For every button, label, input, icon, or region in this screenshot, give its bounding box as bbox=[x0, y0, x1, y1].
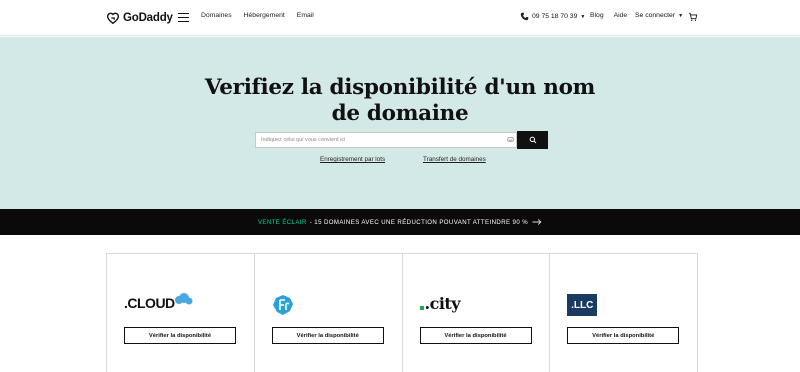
fr-map-icon bbox=[272, 295, 293, 315]
phone-number: 09 75 18 70 39 bbox=[532, 13, 578, 20]
city-dot-icon bbox=[419, 305, 424, 310]
godaddy-logo[interactable]: GoDaddy bbox=[106, 10, 173, 26]
brand-name: GoDaddy bbox=[123, 12, 173, 24]
nav-domaines[interactable]: Domaines bbox=[201, 12, 232, 19]
city-tld-text: .city bbox=[424, 293, 461, 313]
tld-card-fr: Vérifier la disponibilité bbox=[255, 254, 403, 372]
cloud-tld-text: .CLOUD bbox=[124, 295, 175, 311]
signin-button[interactable]: Se connecter ▼ bbox=[635, 12, 683, 19]
flash-sale-banner[interactable]: VENTE ÉCLAIR - 15 DOMAINES AVEC UNE RÉDU… bbox=[0, 209, 800, 235]
tld-card-city: .city Vérifier la disponibilité bbox=[403, 254, 551, 372]
check-availability-button[interactable]: Vérifier la disponibilité bbox=[567, 327, 680, 344]
chevron-down-icon: ▼ bbox=[580, 13, 586, 20]
secondary-nav: Blog Aide bbox=[590, 12, 627, 19]
fr-tld-logo bbox=[272, 290, 294, 320]
search-icon bbox=[529, 136, 536, 144]
hero-section: Verifiez la disponibilité d'un nom de do… bbox=[0, 37, 800, 209]
cloud-icon bbox=[174, 293, 193, 305]
tld-cards: .CLOUD Vérifier la disponibilité Vérifie… bbox=[106, 253, 698, 372]
flash-sale-text: - 15 DOMAINES AVEC UNE RÉDUCTION POUVANT… bbox=[309, 218, 529, 226]
godaddy-heart-icon bbox=[106, 12, 120, 25]
keyboard-icon[interactable] bbox=[507, 136, 514, 143]
cloud-tld-logo: .CLOUD bbox=[124, 288, 193, 318]
tld-card-cloud: .CLOUD Vérifier la disponibilité bbox=[107, 254, 255, 372]
page-title: Verifiez la disponibilité d'un nom de do… bbox=[204, 75, 596, 126]
phone-icon bbox=[520, 12, 529, 21]
nav-hebergement[interactable]: Hébergement bbox=[244, 12, 285, 19]
check-availability-button[interactable]: Vérifier la disponibilité bbox=[419, 327, 532, 344]
domain-search-input[interactable] bbox=[256, 137, 501, 143]
bulk-registration-link[interactable]: Enregistrement par lots bbox=[320, 156, 385, 163]
primary-nav: Domaines Hébergement Email bbox=[201, 12, 314, 19]
signin-label: Se connecter bbox=[635, 12, 676, 19]
city-tld-logo: .city bbox=[419, 288, 461, 318]
top-header: GoDaddy Domaines Hébergement Email 09 75… bbox=[0, 0, 800, 36]
llc-tld-logo: .LLC bbox=[567, 288, 598, 318]
domain-transfer-link[interactable]: Transfert de domaines bbox=[423, 156, 486, 163]
cart-icon[interactable] bbox=[688, 12, 698, 22]
phone-contact[interactable]: 09 75 18 70 39 ▼ bbox=[520, 12, 585, 21]
arrow-right-icon bbox=[532, 219, 542, 225]
menu-hamburger-icon[interactable] bbox=[178, 13, 189, 22]
llc-briefcase-icon: .LLC bbox=[567, 294, 598, 316]
chevron-down-icon: ▼ bbox=[678, 12, 684, 19]
tld-card-llc: .LLC Vérifier la disponibilité bbox=[550, 254, 697, 372]
llc-tld-text: .LLC bbox=[571, 299, 594, 311]
flash-sale-label: VENTE ÉCLAIR bbox=[257, 218, 307, 226]
nav-aide[interactable]: Aide bbox=[614, 12, 628, 19]
nav-blog[interactable]: Blog bbox=[590, 12, 604, 19]
check-availability-button[interactable]: Vérifier la disponibilité bbox=[271, 327, 384, 344]
nav-email[interactable]: Email bbox=[297, 12, 314, 19]
domain-search-box bbox=[255, 132, 517, 148]
check-availability-button[interactable]: Vérifier la disponibilité bbox=[124, 327, 236, 344]
search-button[interactable] bbox=[517, 131, 548, 149]
